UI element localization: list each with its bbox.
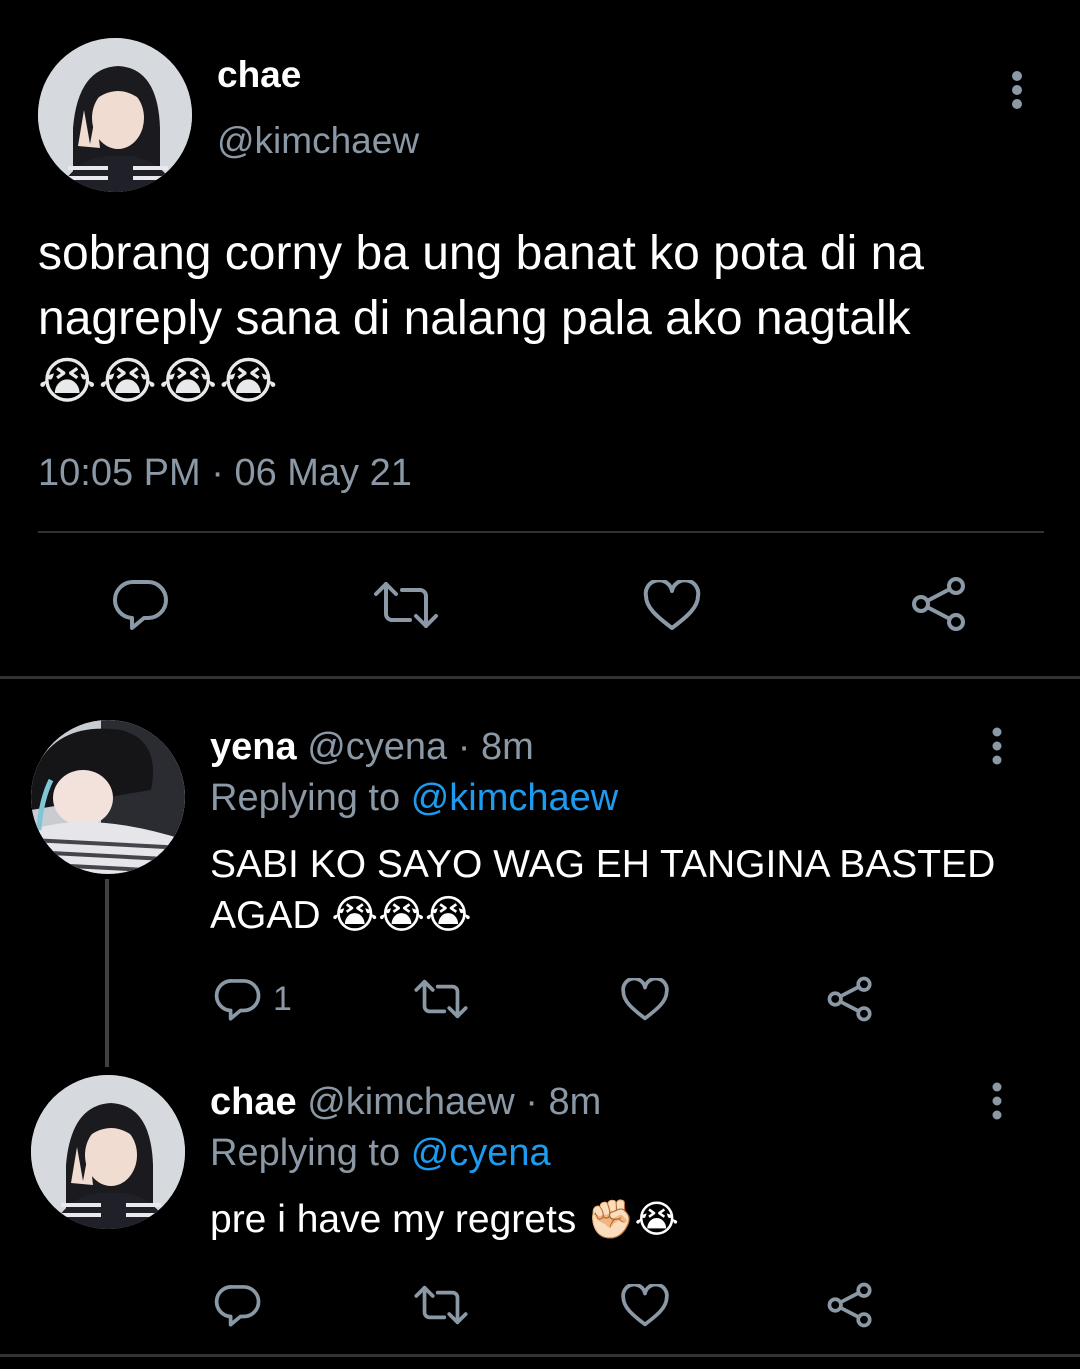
tweet-time: 10:05 PM bbox=[38, 452, 201, 494]
thread-connector bbox=[105, 879, 109, 1067]
reply-text-line-1: pre i have my regrets ✊🏻😭 bbox=[210, 1197, 679, 1242]
tweet-emojis: 😭😭😭😭 bbox=[38, 353, 280, 409]
section-divider bbox=[0, 676, 1080, 679]
timestamp-separator: · bbox=[211, 452, 224, 494]
author-name[interactable]: chae bbox=[210, 1081, 297, 1123]
author-handle[interactable]: @cyena bbox=[307, 726, 447, 768]
reply-text: pre i have my regrets bbox=[210, 1198, 577, 1241]
tweet-text-line-1: sobrang corny ba ung banat ko pota di na bbox=[38, 227, 924, 280]
avatar[interactable] bbox=[38, 38, 192, 192]
divider bbox=[38, 531, 1044, 533]
avatar[interactable] bbox=[31, 720, 185, 874]
retweet-icon[interactable] bbox=[372, 580, 440, 630]
author-handle[interactable]: @kimchaew bbox=[217, 120, 419, 162]
retweet-icon[interactable] bbox=[413, 1284, 469, 1326]
reply-header: yena @cyena · 8m bbox=[210, 726, 534, 769]
reply-time: · 8m bbox=[457, 726, 534, 768]
share-icon[interactable] bbox=[826, 1282, 874, 1328]
tweet-text-line-2: nagreply sana di nalang pala ako nagtalk bbox=[38, 292, 911, 345]
reply-emojis: ✊🏻😭 bbox=[587, 1199, 679, 1241]
replying-to: Replying to @kimchaew bbox=[210, 777, 618, 820]
like-icon[interactable] bbox=[620, 1284, 670, 1328]
like-icon[interactable] bbox=[642, 580, 702, 632]
bottom-divider bbox=[0, 1354, 1080, 1357]
like-icon[interactable] bbox=[620, 978, 670, 1022]
share-icon[interactable] bbox=[910, 576, 968, 632]
reply-text-line-1: SABI KO SAYO WAG EH TANGINA BASTED bbox=[210, 843, 996, 886]
replying-to-link[interactable]: @cyena bbox=[411, 1132, 551, 1174]
tweet-date: 06 May 21 bbox=[234, 452, 412, 494]
replying-label: Replying to bbox=[210, 1132, 401, 1174]
replying-to: Replying to @cyena bbox=[210, 1132, 551, 1175]
reply-time: · 8m bbox=[525, 1081, 602, 1123]
more-options-icon[interactable] bbox=[1004, 70, 1030, 112]
reply-icon[interactable] bbox=[214, 1282, 262, 1328]
reply-icon[interactable] bbox=[112, 576, 170, 632]
more-options-icon[interactable] bbox=[985, 726, 1009, 766]
author-name[interactable]: chae bbox=[217, 54, 301, 96]
tweet-timestamp: 10:05 PM · 06 May 21 bbox=[38, 452, 412, 495]
reply-text-line-2: AGAD 😭😭😭 bbox=[210, 892, 472, 938]
reply-icon[interactable] bbox=[214, 976, 262, 1022]
author-name[interactable]: yena bbox=[210, 726, 297, 768]
replying-label: Replying to bbox=[210, 777, 401, 819]
reply-text-word: AGAD bbox=[210, 894, 321, 937]
retweet-icon[interactable] bbox=[413, 978, 469, 1020]
reply-count: 1 bbox=[273, 980, 292, 1018]
reply-header: chae @kimchaew · 8m bbox=[210, 1081, 601, 1124]
author-handle[interactable]: @kimchaew bbox=[307, 1081, 515, 1123]
more-options-icon[interactable] bbox=[985, 1081, 1009, 1121]
replying-to-link[interactable]: @kimchaew bbox=[411, 777, 619, 819]
reply-emojis: 😭😭😭 bbox=[331, 893, 472, 937]
share-icon[interactable] bbox=[826, 976, 874, 1022]
avatar[interactable] bbox=[31, 1075, 185, 1229]
